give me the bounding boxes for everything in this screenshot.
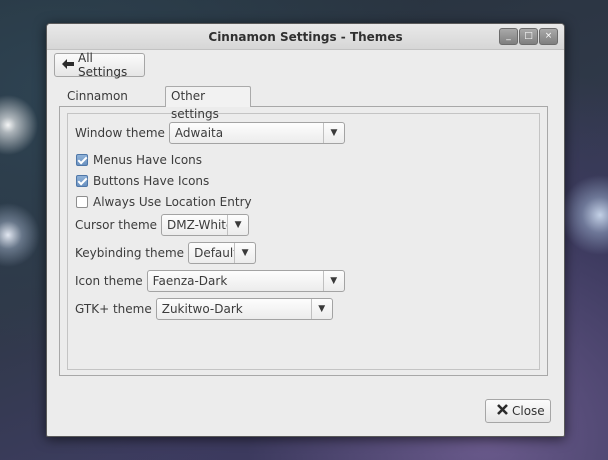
checkbox-unchecked-icon[interactable] (76, 196, 88, 208)
cursor-theme-combo[interactable]: DMZ-White ▼ (161, 214, 250, 236)
chevron-down-icon: ▼ (234, 243, 255, 263)
chevron-down-icon: ▼ (227, 215, 248, 235)
settings-frame: Window theme Adwaita ▼ Menus Have Icons … (67, 113, 540, 370)
cursor-theme-value: DMZ-White (167, 218, 228, 232)
gtk-theme-row: GTK+ theme Zukitwo-Dark ▼ (75, 298, 333, 320)
all-settings-button[interactable]: All Settings (54, 51, 145, 79)
buttons-have-icons-checkbox[interactable]: Buttons Have Icons (76, 172, 209, 190)
close-icon (497, 404, 508, 418)
gtk-theme-label: GTK+ theme (75, 302, 152, 316)
checkbox-checked-icon[interactable] (76, 175, 88, 187)
chevron-down-icon: ▼ (322, 123, 344, 143)
icon-theme-combo[interactable]: Faenza-Dark ▼ (146, 270, 345, 292)
chevron-down-icon: ▼ (322, 271, 344, 291)
close-window-button[interactable]: × (539, 28, 558, 45)
chevron-down-icon: ▼ (310, 299, 332, 319)
close-button[interactable]: Close (485, 399, 551, 423)
back-arrow-icon (62, 58, 74, 72)
checkbox-checked-icon[interactable] (76, 154, 88, 166)
tab-cinnamon-themes[interactable]: Cinnamon themes (61, 86, 165, 121)
settings-notebook: Cinnamon themes Other settings Window th… (59, 86, 548, 376)
window-theme-label: Window theme (75, 126, 165, 140)
cursor-theme-row: Cursor theme DMZ-White ▼ (75, 214, 250, 236)
window-theme-value: Adwaita (174, 126, 224, 140)
gtk-theme-combo[interactable]: Zukitwo-Dark ▼ (155, 298, 333, 320)
keybinding-theme-label: Keybinding theme (75, 246, 185, 260)
buttons-have-icons-label: Buttons Have Icons (93, 174, 210, 188)
window-theme-combo[interactable]: Adwaita ▼ (168, 122, 345, 144)
all-settings-label: All Settings (78, 51, 128, 79)
tab-page: Window theme Adwaita ▼ Menus Have Icons … (59, 106, 548, 376)
keybinding-theme-value: Default (194, 246, 235, 260)
icon-theme-label: Icon theme (75, 274, 143, 288)
icon-theme-value: Faenza-Dark (152, 274, 228, 288)
menus-have-icons-checkbox[interactable]: Menus Have Icons (76, 151, 202, 169)
icon-theme-row: Icon theme Faenza-Dark ▼ (75, 270, 345, 292)
keybinding-theme-combo[interactable]: Default ▼ (188, 242, 257, 264)
gtk-theme-value: Zukitwo-Dark (161, 302, 243, 316)
tab-other-settings[interactable]: Other settings (165, 86, 251, 121)
cursor-theme-label: Cursor theme (75, 218, 158, 232)
window-controls: _ □ × (499, 28, 558, 45)
menus-have-icons-label: Menus Have Icons (93, 153, 203, 167)
window-theme-row: Window theme Adwaita ▼ (75, 122, 345, 144)
close-button-label: Close (512, 404, 545, 418)
location-entry-checkbox[interactable]: Always Use Location Entry (76, 193, 252, 211)
minimize-button[interactable]: _ (499, 28, 518, 45)
location-entry-label: Always Use Location Entry (93, 195, 252, 209)
keybinding-theme-row: Keybinding theme Default ▼ (75, 242, 257, 264)
maximize-button[interactable]: □ (519, 28, 538, 45)
settings-window: Cinnamon Settings - Themes _ □ × All Set… (46, 23, 565, 437)
titlebar[interactable]: Cinnamon Settings - Themes _ □ × (47, 24, 564, 50)
window-title: Cinnamon Settings - Themes (208, 30, 403, 44)
